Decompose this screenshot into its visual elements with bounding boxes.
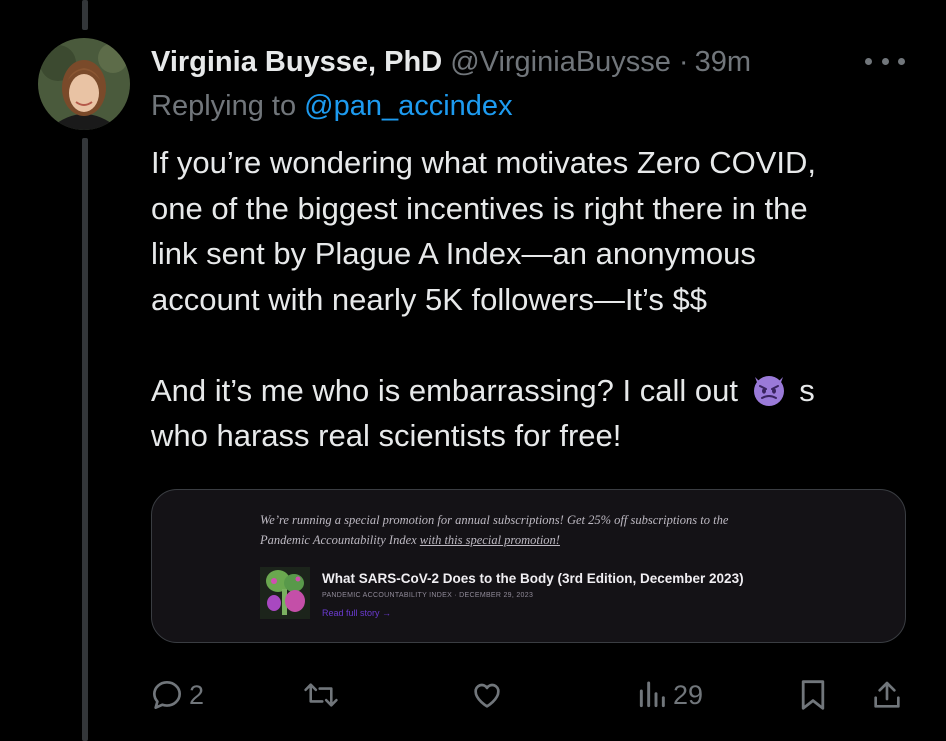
author-name[interactable]: Virginia Buysse, PhD xyxy=(151,46,442,79)
thread-line-top xyxy=(82,0,88,30)
avatar[interactable] xyxy=(38,38,130,130)
card-promo-segment: Pandemic Accountability Index xyxy=(260,533,420,547)
tweet-text-line: link sent by Plague A Index—an anonymous xyxy=(151,236,756,271)
tweet-actions-bar: 2 29 xyxy=(151,670,911,720)
like-button[interactable] xyxy=(470,670,510,720)
tweet-text-segment: s xyxy=(790,372,815,408)
replying-to: Replying to @pan_accindex xyxy=(151,90,513,123)
author-handle[interactable]: @VirginiaBuysse xyxy=(450,46,671,79)
views-count: 29 xyxy=(673,679,704,710)
card-promo-line: We’re running a special promotion for an… xyxy=(260,513,729,527)
tweet-header: Virginia Buysse, PhD @VirginiaBuysse · 3… xyxy=(151,40,911,84)
card-article-title[interactable]: What SARS-CoV-2 Does to the Body (3rd Ed… xyxy=(322,571,744,586)
reply-count: 2 xyxy=(189,679,205,710)
views-button[interactable]: 29 xyxy=(637,670,703,720)
timestamp[interactable]: 39m xyxy=(695,46,751,79)
card-promo-text: We’re running a special promotion for an… xyxy=(260,510,820,550)
replying-mention-link[interactable]: @pan_accindex xyxy=(304,90,512,122)
link-preview-card[interactable]: We’re running a special promotion for an… xyxy=(151,489,906,643)
share-icon xyxy=(874,681,900,708)
tweet-text-line: If you’re wondering what motivates Zero … xyxy=(151,145,817,180)
tweet-text-line: And it’s me who is embarrassing? I call … xyxy=(151,368,911,414)
read-full-story-link[interactable]: Read full story → xyxy=(322,608,744,618)
reply-icon xyxy=(153,681,181,709)
share-button[interactable] xyxy=(871,670,903,720)
card-promo-link[interactable]: with this special promotion! xyxy=(420,533,560,547)
avatar-image xyxy=(38,38,130,130)
tweet-text-line: one of the biggest incentives is right t… xyxy=(151,190,808,226)
replying-prefix: Replying to xyxy=(151,90,305,122)
more-options-icon[interactable] xyxy=(865,50,905,72)
card-article-text: What SARS-CoV-2 Does to the Body (3rd Ed… xyxy=(322,567,744,618)
tweet-text-line: who harass real scientists for free! xyxy=(151,418,622,453)
retweet-icon xyxy=(304,683,338,707)
card-article-meta: PANDEMIC ACCOUNTABILITY INDEX · DECEMBER… xyxy=(322,592,534,599)
thread-line-bottom xyxy=(82,138,88,741)
reply-button[interactable]: 2 xyxy=(151,670,204,720)
card-article[interactable]: What SARS-CoV-2 Does to the Body (3rd Ed… xyxy=(260,567,744,619)
separator-dot: · xyxy=(678,45,689,78)
bookmark-button[interactable] xyxy=(799,670,827,720)
card-promo-line: Pandemic Accountability Index with this … xyxy=(260,530,820,550)
views-icon xyxy=(639,681,665,708)
tweet-text: If you’re wondering what motivates Zero … xyxy=(151,140,911,459)
like-icon xyxy=(474,683,500,708)
smiling-imp-emoji-icon xyxy=(749,369,789,409)
tweet-text-line: account with nearly 5K followers—It’s $$ xyxy=(151,281,707,317)
article-thumbnail xyxy=(260,567,310,619)
bookmark-icon xyxy=(801,680,825,710)
tweet-text-segment: And it’s me who is embarrassing? I call … xyxy=(151,372,747,408)
retweet-button[interactable] xyxy=(303,670,345,720)
